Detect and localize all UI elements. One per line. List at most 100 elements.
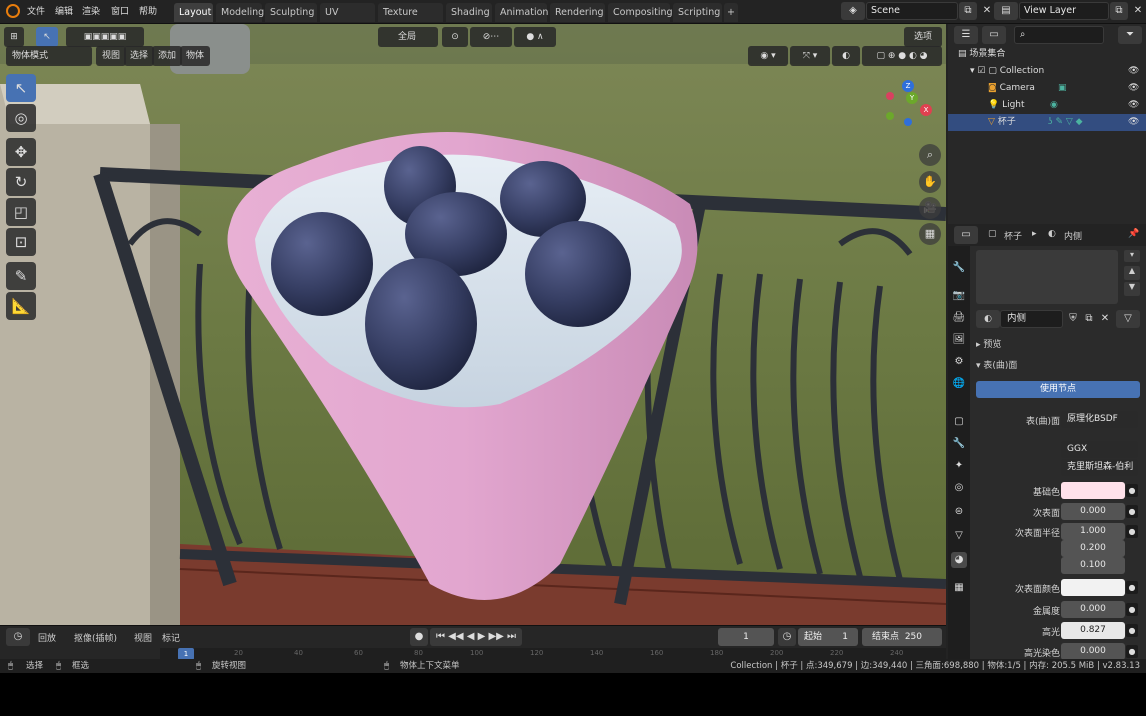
pin-icon[interactable]: 📌	[1128, 229, 1139, 239]
tab-modeling[interactable]: Modeling	[216, 3, 264, 22]
viewlayer-icon[interactable]: ▤	[994, 2, 1018, 20]
specular-tint-socket-icon[interactable]: ●	[1126, 645, 1138, 658]
tab-compositing[interactable]: Compositing	[608, 3, 673, 22]
scene-tab-icon[interactable]: ⚙	[951, 354, 967, 370]
tab-sculpting[interactable]: Sculpting	[265, 3, 317, 22]
texture-tab-icon[interactable]: ▦	[951, 580, 967, 596]
pivot-icon[interactable]: ⊙	[442, 27, 468, 47]
add-workspace-button[interactable]: +	[724, 3, 738, 22]
preview-range-icon[interactable]: ◷	[778, 628, 796, 646]
data-tab-icon[interactable]: ▽	[951, 528, 967, 544]
slot-down-icon[interactable]: ▼	[1124, 282, 1140, 296]
playback-menu[interactable]: 回放	[38, 631, 56, 644]
keying-menu[interactable]: 抠像(插帧)	[74, 631, 117, 644]
neg-y-icon[interactable]	[886, 112, 894, 120]
specular-field[interactable]: 0.827	[1061, 622, 1125, 639]
x-axis-icon[interactable]: X	[920, 104, 932, 116]
rotate-tool[interactable]: ↻	[6, 168, 36, 196]
outliner-row-collection[interactable]: ▾ ☑ ▢ Collection 👁	[948, 63, 1146, 80]
base-color-swatch[interactable]	[1061, 482, 1125, 499]
eye-icon[interactable]: 👁	[1128, 63, 1139, 80]
blender-logo-icon[interactable]	[6, 4, 20, 18]
tab-texture-paint[interactable]: Texture Paint	[378, 3, 443, 37]
3d-viewport[interactable]: ⊞ ↖ ▣▣▣▣▣ 全局 ⊙ ⊘⋯ ● ∧ 选项 物体模式 视图 选择 添加 物…	[0, 24, 946, 625]
menu-help[interactable]: 帮助	[139, 4, 157, 17]
constraints-tab-icon[interactable]: ⊜	[951, 504, 967, 520]
material-name-field[interactable]: 内侧	[1000, 310, 1063, 328]
use-nodes-button[interactable]: 使用节点	[976, 381, 1140, 398]
move-tool[interactable]: ✥	[6, 138, 36, 166]
render-tab-icon[interactable]: 📷	[951, 288, 967, 304]
end-frame-field[interactable]: 结束点 250	[862, 628, 942, 646]
menu-view[interactable]: 视图	[96, 46, 127, 66]
subsurface-radius-socket-icon[interactable]: ●	[1126, 525, 1138, 538]
gizmo-icons[interactable]: ⤧ ▾	[790, 46, 830, 66]
tab-rendering[interactable]: Rendering	[550, 3, 605, 22]
timeline-editor-icon[interactable]: ◷	[6, 628, 30, 646]
menu-edit[interactable]: 编辑	[55, 4, 73, 17]
modifier-tab-icon[interactable]: 🔧	[951, 436, 967, 452]
eye-icon[interactable]: 👁	[1128, 97, 1139, 114]
outliner-search-input[interactable]: ⌕	[1014, 26, 1104, 44]
options-dropdown[interactable]: 选项	[904, 27, 942, 47]
checkbox-icon[interactable]: ☑	[977, 66, 988, 76]
transform-tool[interactable]: ⊡	[6, 228, 36, 256]
outliner-row-cup[interactable]: ▽ 杯子 ʖ ✎ ▽ ◆ 👁	[948, 114, 1146, 131]
specular-tint-field[interactable]: 0.000	[1061, 643, 1125, 660]
material-slot-list[interactable]	[976, 250, 1118, 304]
select-mode-icon[interactable]: ↖	[36, 27, 58, 47]
marker-menu[interactable]: 标记	[162, 631, 180, 644]
z-axis-icon[interactable]: Z	[902, 80, 914, 92]
distribution-dropdown[interactable]: GGX	[1061, 441, 1138, 458]
menu-window[interactable]: 窗口	[111, 4, 129, 17]
orientation-dropdown[interactable]: 全局	[378, 27, 438, 47]
outliner-editor-icon[interactable]: ☰	[954, 26, 978, 44]
slot-add-icon[interactable]: ▾	[1124, 250, 1140, 262]
overlays-icon[interactable]: ◐	[832, 46, 860, 66]
subsurface-field[interactable]: 0.000	[1061, 503, 1125, 520]
timeline-view-menu[interactable]: 视图	[134, 631, 152, 644]
world-tab-icon[interactable]: 🌐	[951, 376, 967, 392]
link-mode-icon[interactable]: ▽	[1116, 310, 1140, 328]
editor-type-icon[interactable]: ⊞	[4, 27, 24, 47]
output-tab-icon[interactable]: 🖨	[951, 310, 967, 326]
particles-tab-icon[interactable]: ✦	[951, 458, 967, 474]
unlink-material-icon[interactable]: ✕	[1096, 310, 1114, 328]
physics-tab-icon[interactable]: ◎	[951, 480, 967, 496]
shading-mode-icons[interactable]: ▢ ⊕ ● ◐ ◕	[862, 46, 942, 66]
ortho-grid-icon[interactable]: ▦	[919, 223, 941, 245]
measure-tool[interactable]: 📐	[6, 292, 36, 320]
snap-icon[interactable]: ⊘⋯	[470, 27, 512, 47]
tab-animation[interactable]: Animation	[495, 3, 548, 22]
slot-up-icon[interactable]: ▲	[1124, 266, 1140, 280]
cursor-tool[interactable]: ◎	[6, 104, 36, 132]
viewlayer-field[interactable]: View Layer	[1019, 2, 1109, 20]
scale-tool[interactable]: ◰	[6, 198, 36, 226]
subsurface-radius-x[interactable]: 1.000	[1061, 523, 1125, 540]
tab-scripting[interactable]: Scripting	[673, 3, 722, 22]
scene-collection-row[interactable]: ▤ 场景集合	[948, 46, 1146, 63]
menu-render[interactable]: 渲染	[82, 4, 100, 17]
menu-select[interactable]: 选择	[124, 46, 155, 66]
selection-mode-icons[interactable]: ▣▣▣▣▣	[66, 27, 144, 47]
neg-x-icon[interactable]	[886, 92, 894, 100]
camera-view-icon[interactable]: 🎥	[919, 197, 941, 219]
scene-field[interactable]: Scene	[866, 2, 958, 20]
menu-file[interactable]: 文件	[27, 4, 45, 17]
playback-controls[interactable]: ⏮ ◀◀ ◀ ▶ ▶▶ ⏭	[430, 628, 522, 646]
view-layer-tab-icon[interactable]: 🖼	[951, 332, 967, 348]
subsurface-color-socket-icon[interactable]: ●	[1126, 581, 1138, 594]
proportional-edit-icon[interactable]: ● ∧	[514, 27, 556, 47]
subsurface-method-dropdown[interactable]: 克里斯坦森-伯利	[1061, 459, 1138, 476]
subsurface-color-swatch[interactable]	[1061, 579, 1125, 596]
mode-dropdown[interactable]: 物体模式	[6, 46, 92, 66]
record-icon[interactable]: ●	[410, 628, 428, 646]
material-browse-icon[interactable]: ◐	[976, 310, 1000, 328]
start-frame-field[interactable]: 起始 1	[798, 628, 858, 646]
subsurface-radius-z[interactable]: 0.100	[1061, 557, 1125, 574]
outliner-row-light[interactable]: 💡 Light ◉ 👁	[948, 97, 1146, 114]
scene-selector-icon[interactable]: ◈	[841, 2, 865, 20]
object-tab-icon[interactable]: ▢	[951, 414, 967, 430]
tab-layout[interactable]: Layout	[174, 3, 213, 22]
eye-icon[interactable]: 👁	[1128, 114, 1139, 131]
